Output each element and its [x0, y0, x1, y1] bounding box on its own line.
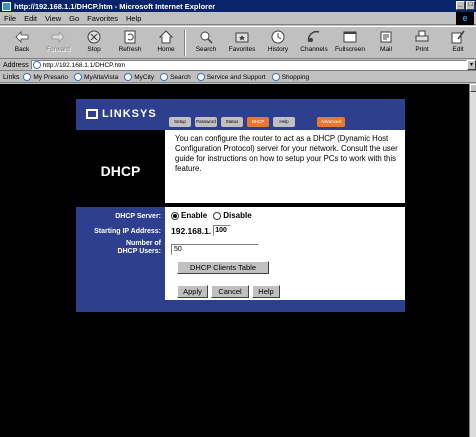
address-label: Address [3, 61, 29, 69]
mail-button[interactable]: Mail [368, 27, 404, 53]
link-page-icon [160, 73, 169, 81]
edit-button[interactable]: Edit [440, 27, 476, 53]
link-service-and-support[interactable]: Service and Support [196, 73, 266, 81]
link-page-icon [23, 73, 32, 81]
address-dropdown-button[interactable]: ▾ [467, 60, 476, 70]
router-header: LINKSYS Setup Password Status DHCP Help … [76, 99, 405, 130]
help-button[interactable]: Help [252, 285, 280, 298]
history-button[interactable]: History [260, 27, 296, 53]
linksys-logo-icon [86, 109, 98, 119]
mail-icon [378, 29, 394, 44]
ip-last-octet-input[interactable]: 100 [213, 225, 232, 236]
link-shopping[interactable]: Shopping [271, 73, 309, 81]
page-title: DHCP [76, 130, 165, 203]
history-icon [270, 29, 286, 44]
fullscreen-button[interactable]: Fullscreen [332, 27, 368, 53]
menu-view[interactable]: View [45, 14, 61, 23]
address-bar: Address http://192.168.1.1/DHCP.htm ▾ [0, 60, 476, 71]
form-fields: Enable Disable 192.168.1. 100 50 DHCP Cl… [165, 207, 405, 300]
back-arrow-icon [14, 29, 30, 44]
minimize-button[interactable]: _ [456, 1, 465, 10]
search-button[interactable]: Search [188, 27, 224, 53]
starting-ip-row: 192.168.1. 100 [171, 225, 232, 236]
dhcp-server-label: DHCP Server: [115, 213, 161, 220]
menu-favorites[interactable]: Favorites [87, 14, 118, 23]
printer-icon [414, 29, 430, 44]
ie-throbber-icon: e [456, 12, 474, 25]
disable-radio[interactable] [213, 211, 222, 220]
print-button[interactable]: Print [404, 27, 440, 53]
tab-password[interactable]: Password [195, 117, 217, 127]
refresh-button[interactable]: Refresh [112, 27, 148, 53]
window-title-bar: http://192.168.1.1/DHCP.htm - Microsoft … [0, 0, 476, 12]
disable-label: Disable [223, 211, 252, 220]
tab-status[interactable]: Status [221, 117, 243, 127]
menu-file[interactable]: File [4, 14, 16, 23]
cancel-button[interactable]: Cancel [211, 285, 249, 298]
num-users-label-line2: DHCP Users: [117, 248, 161, 255]
forward-button[interactable]: Forward [40, 27, 76, 53]
links-bar: Links My Presario MyAltaVista MyCity Sea… [0, 72, 476, 83]
link-page-icon [196, 73, 205, 81]
dhcp-clients-table-button[interactable]: DHCP Clients Table [177, 261, 269, 274]
link-myaltavista[interactable]: MyAltaVista [74, 73, 118, 81]
address-url: http://192.168.1.1/DHCP.htm [42, 61, 126, 69]
ie-app-icon [2, 1, 11, 11]
stop-button[interactable]: Stop [76, 27, 112, 53]
num-users-label-line1: Number of [126, 240, 161, 247]
starting-ip-label: Starting IP Address: [94, 228, 161, 235]
link-my-presario[interactable]: My Presario [23, 73, 68, 81]
dhcp-description: You can configure the router to act as a… [165, 130, 405, 203]
forward-arrow-icon [50, 29, 66, 44]
linksys-logo: LINKSYS [86, 108, 157, 120]
page-icon [32, 61, 41, 69]
link-page-icon [124, 73, 133, 81]
browser-toolbar: Back Forward Stop Refresh Home Search Fa… [0, 26, 476, 59]
page-content: LINKSYS Setup Password Status DHCP Help … [0, 84, 469, 437]
scroll-up-arrow-icon[interactable] [470, 84, 476, 92]
link-page-icon [271, 73, 280, 81]
enable-label: Enable [181, 211, 208, 220]
address-input[interactable]: http://192.168.1.1/DHCP.htm [30, 60, 467, 70]
menu-edit[interactable]: Edit [24, 14, 37, 23]
favorites-folder-icon [234, 29, 250, 44]
router-config-panel: LINKSYS Setup Password Status DHCP Help … [76, 99, 405, 312]
tab-advanced[interactable]: Advanced [317, 117, 345, 127]
back-button[interactable]: Back [4, 27, 40, 53]
window-controls: _ □ [455, 1, 475, 10]
toolbar-separator [184, 30, 186, 56]
links-label: Links [3, 73, 20, 81]
channels-button[interactable]: Channels [296, 27, 332, 53]
tab-setup[interactable]: Setup [169, 117, 191, 127]
link-page-icon [74, 73, 83, 81]
stop-icon [86, 29, 102, 44]
menu-help[interactable]: Help [126, 14, 141, 23]
ip-prefix: 192.168.1. [171, 225, 212, 236]
vertical-scrollbar[interactable] [469, 84, 476, 437]
home-button[interactable]: Home [148, 27, 184, 53]
edit-pencil-icon [450, 29, 466, 44]
dhcp-server-options: Enable Disable [171, 211, 252, 220]
enable-radio[interactable] [171, 211, 179, 220]
router-tabs: Setup Password Status DHCP Help Advanced [169, 117, 349, 127]
tab-help[interactable]: Help [273, 117, 295, 127]
num-users-input[interactable]: 50 [171, 244, 259, 255]
search-icon [198, 29, 214, 44]
refresh-icon [122, 29, 138, 44]
fullscreen-icon [342, 29, 358, 44]
favorites-button[interactable]: Favorites [224, 27, 260, 53]
menu-go[interactable]: Go [69, 14, 79, 23]
link-mycity[interactable]: MyCity [124, 73, 154, 81]
maximize-button[interactable]: □ [466, 1, 475, 10]
menu-bar: File Edit View Go Favorites Help e [0, 12, 476, 25]
channels-satellite-icon [306, 29, 322, 44]
tab-dhcp[interactable]: DHCP [247, 117, 269, 127]
form-labels: DHCP Server: Starting IP Address: Number… [76, 207, 165, 300]
apply-button[interactable]: Apply [177, 285, 208, 298]
window-title: http://192.168.1.1/DHCP.htm - Microsoft … [14, 1, 216, 11]
router-footer-band [76, 300, 405, 312]
link-search[interactable]: Search [160, 73, 191, 81]
home-icon [158, 29, 174, 44]
